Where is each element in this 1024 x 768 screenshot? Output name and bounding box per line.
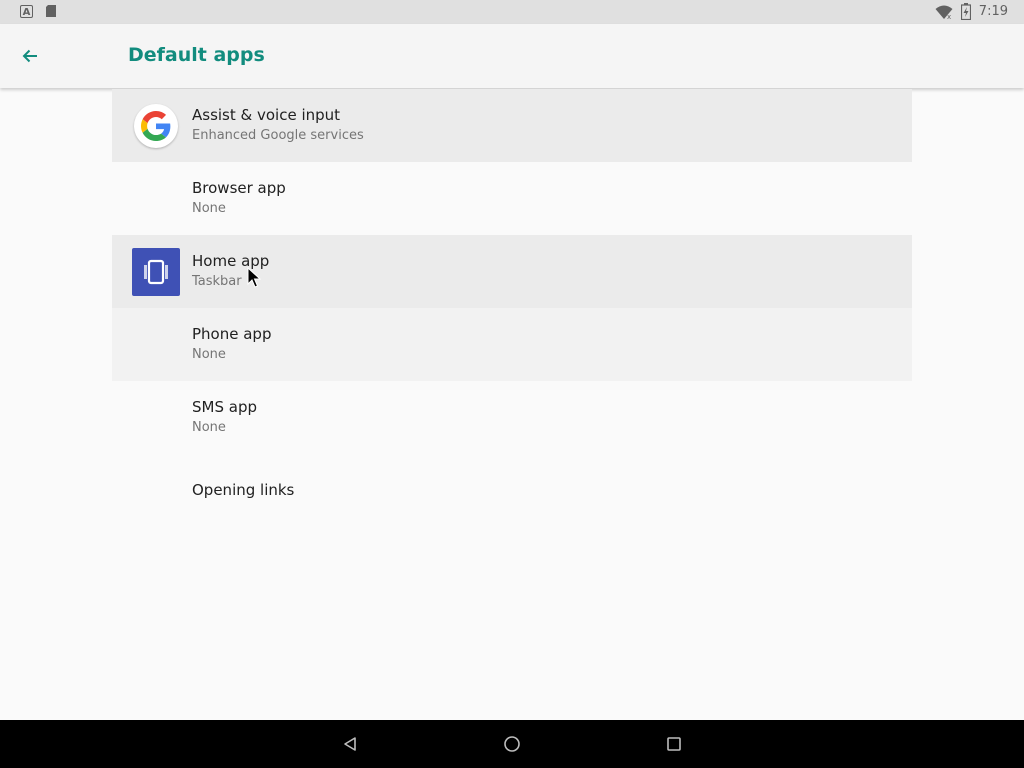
app-bar: Default apps [0,24,1024,88]
list-item-assist-voice-input[interactable]: Assist & voice input Enhanced Google ser… [112,89,912,162]
item-title: Opening links [192,481,295,499]
navigation-bar [0,720,1024,768]
item-subtitle: None [192,347,226,362]
nav-recents-button[interactable] [662,732,686,756]
item-title: Browser app [192,179,286,197]
list-item-sms-app[interactable]: SMS app None [112,381,912,454]
sd-card-icon [46,5,56,17]
item-subtitle: Enhanced Google services [192,128,364,143]
svg-text:x: x [947,13,951,20]
page-title: Default apps [128,44,265,66]
recents-square-icon [667,737,681,751]
item-subtitle: None [192,201,226,216]
mouse-pointer-icon [247,267,261,288]
item-title: SMS app [192,398,257,416]
google-icon-container [132,102,180,150]
battery-charging-icon [960,3,971,20]
wifi-icon: x [935,5,953,20]
default-apps-list: Assist & voice input Enhanced Google ser… [112,89,912,527]
back-button[interactable] [12,38,48,74]
list-item-browser-app[interactable]: Browser app None [112,162,912,235]
a-notification-icon: A [20,4,33,18]
arrow-back-icon [22,49,37,63]
list-item-opening-links[interactable]: Opening links [112,454,912,527]
taskbar-icon-container [132,248,180,296]
list-item-phone-app[interactable]: Phone app None [112,308,912,381]
status-time: 7:19 [978,4,1008,19]
list-item-home-app[interactable]: Home app Taskbar [112,235,912,308]
status-bar: A x 7:19 [0,0,1024,24]
item-title: Assist & voice input [192,106,341,124]
google-icon [141,111,171,141]
item-subtitle: None [192,420,226,435]
home-circle-icon [504,736,520,752]
item-title: Phone app [192,325,272,343]
item-subtitle: Taskbar [192,274,242,289]
taskbar-icon [144,259,168,285]
nav-back-button[interactable] [338,732,362,756]
back-triangle-icon [344,737,356,751]
nav-home-button[interactable] [500,732,524,756]
